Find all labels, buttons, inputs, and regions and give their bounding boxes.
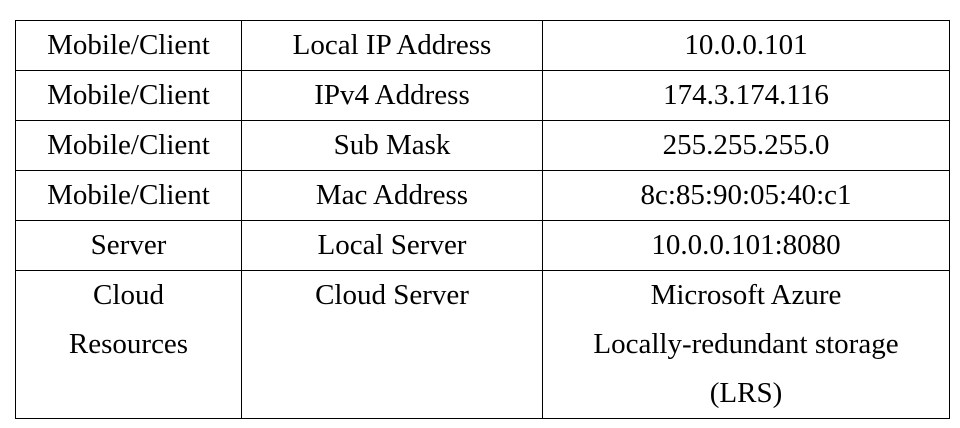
- table-row: Server Local Server 10.0.0.101:8080: [15, 220, 950, 271]
- component-cell: Mobile/Client: [15, 170, 242, 221]
- component-cell: Mobile/Client: [15, 20, 242, 71]
- value-cell: 10.0.0.101:8080: [542, 220, 950, 271]
- value-cell: 174.3.174.116: [542, 70, 950, 121]
- parameter-cell: Sub Mask: [241, 120, 543, 171]
- value-line: (LRS): [709, 377, 783, 409]
- component-cell: Mobile/Client: [15, 120, 242, 171]
- value-line: Locally-redundant storage: [593, 328, 899, 360]
- parameter-cell: Local Server: [241, 220, 543, 271]
- component-cell: Mobile/Client: [15, 70, 242, 121]
- table-row: Mobile/Client IPv4 Address 174.3.174.116: [15, 70, 950, 121]
- parameter-cell: Mac Address: [241, 170, 543, 221]
- table-row: Cloud Resources Cloud Server Microsoft A…: [15, 270, 950, 419]
- table-row: Mobile/Client Local IP Address 10.0.0.10…: [15, 20, 950, 71]
- parameter-cell: Local IP Address: [241, 20, 543, 71]
- component-cell: Cloud Resources: [15, 270, 242, 419]
- parameter-cell: IPv4 Address: [241, 70, 543, 121]
- network-config-table: Mobile/Client Local IP Address 10.0.0.10…: [15, 20, 950, 419]
- component-line: Cloud: [93, 279, 164, 311]
- value-cell: 10.0.0.101: [542, 20, 950, 71]
- value-cell: 255.255.255.0: [542, 120, 950, 171]
- component-cell: Server: [15, 220, 242, 271]
- component-line: Resources: [68, 328, 189, 360]
- parameter-cell: Cloud Server: [241, 270, 543, 419]
- table-row: Mobile/Client Sub Mask 255.255.255.0: [15, 120, 950, 171]
- value-line: Microsoft Azure: [650, 279, 842, 311]
- value-cell: 8c:85:90:05:40:c1: [542, 170, 950, 221]
- value-cell: Microsoft Azure Locally-redundant storag…: [542, 270, 950, 419]
- table-row: Mobile/Client Mac Address 8c:85:90:05:40…: [15, 170, 950, 221]
- parameter-line: Cloud Server: [315, 279, 469, 311]
